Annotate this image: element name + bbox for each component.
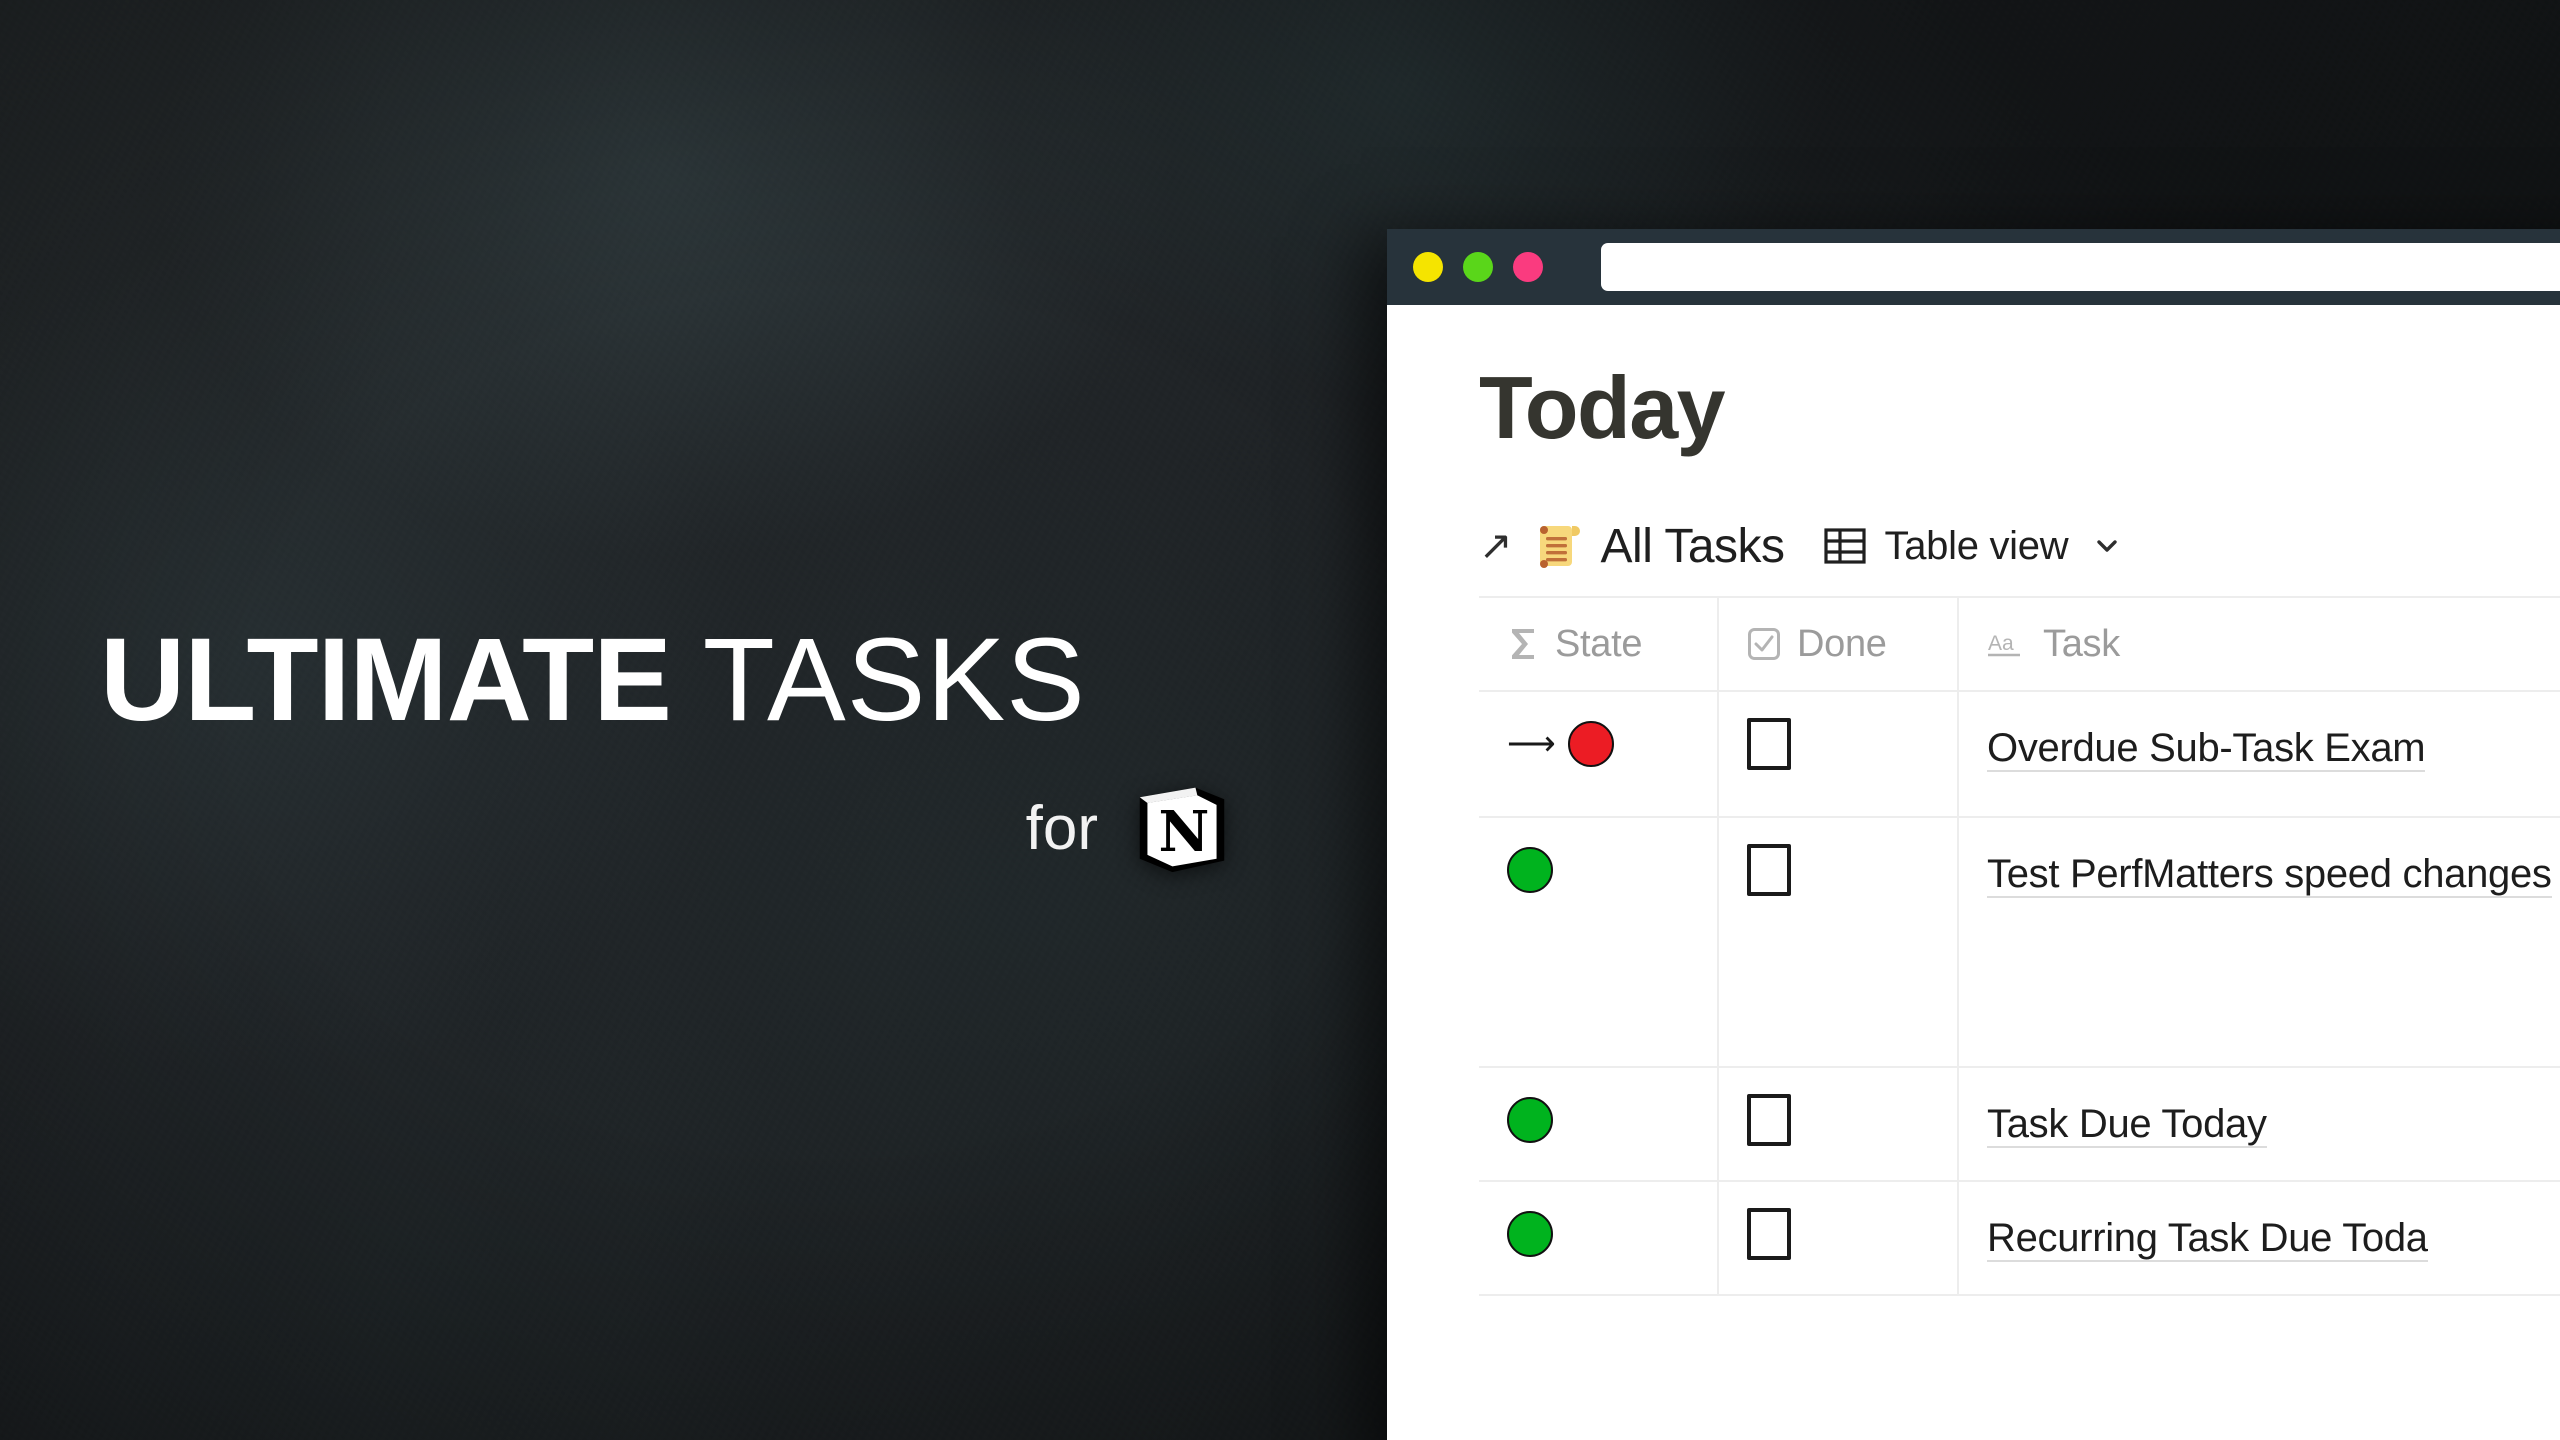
state-pill xyxy=(1507,1211,1553,1258)
cell-state[interactable] xyxy=(1479,818,1719,1067)
cell-done[interactable] xyxy=(1719,1068,1959,1181)
state-pill xyxy=(1507,1097,1553,1144)
done-checkbox[interactable] xyxy=(1747,1208,1791,1261)
table-row[interactable]: Task Due Today xyxy=(1479,1068,2560,1183)
table-row[interactable]: Test PerfMatters speed changes xyxy=(1479,818,2560,1069)
cell-task[interactable]: Recurring Task Due Toda xyxy=(1959,1182,2560,1294)
cell-state[interactable] xyxy=(1479,1182,1719,1295)
hero-block: ULTIMATE TASKS for N xyxy=(100,620,1280,876)
column-header-task-label: Task xyxy=(2043,622,2120,665)
database-name-link[interactable]: All Tasks xyxy=(1601,519,1786,574)
column-header-done[interactable]: Done xyxy=(1719,598,1959,691)
sigma-icon xyxy=(1507,626,1539,662)
column-header-done-label: Done xyxy=(1797,622,1887,665)
aa-text-icon: Aa xyxy=(1987,627,2027,661)
hero-title-bold: ULTIMATE xyxy=(100,614,672,746)
checkbox-icon xyxy=(1747,627,1781,661)
subtask-arrow-icon: ⟶ xyxy=(1507,725,1556,764)
cell-state[interactable]: ⟶ xyxy=(1479,692,1719,817)
column-header-task[interactable]: Aa Task xyxy=(1959,598,2560,690)
arrow-up-right-icon[interactable]: ↗ xyxy=(1479,526,1513,566)
cell-task[interactable]: Overdue Sub-Task Exam xyxy=(1959,692,2560,816)
page-title: Today xyxy=(1479,358,1726,457)
svg-text:Aa: Aa xyxy=(1988,632,2014,655)
chevron-down-icon[interactable] xyxy=(2092,531,2122,561)
view-name-label[interactable]: Table view xyxy=(1885,524,2069,569)
cell-done[interactable] xyxy=(1719,818,1959,1067)
done-checkbox[interactable] xyxy=(1747,844,1791,897)
task-title[interactable]: Task Due Today xyxy=(1987,1102,2267,1149)
cell-state[interactable] xyxy=(1479,1068,1719,1181)
done-checkbox[interactable] xyxy=(1747,718,1791,771)
hero-title: ULTIMATE TASKS xyxy=(100,620,1280,740)
scroll-icon xyxy=(1531,520,1583,572)
poster-canvas: ULTIMATE TASKS for N Today ↗ All Tasks T… xyxy=(0,0,2560,1440)
column-header-state-label: State xyxy=(1555,622,1643,665)
page-content: Today ↗ All Tasks Table view State Done … xyxy=(1387,305,2560,1440)
address-bar[interactable] xyxy=(1601,243,2560,291)
task-title[interactable]: Recurring Task Due Toda xyxy=(1987,1216,2428,1263)
task-title[interactable]: Overdue Sub-Task Exam xyxy=(1987,726,2426,773)
cell-done[interactable] xyxy=(1719,692,1959,817)
cell-task[interactable]: Test PerfMatters speed changes xyxy=(1959,818,2560,1066)
table-row[interactable]: Recurring Task Due Toda xyxy=(1479,1182,2560,1297)
tasks-table: State Done Aa Task ⟶ Overdue Sub-Task Ex… xyxy=(1479,596,2560,1297)
state-pill xyxy=(1567,721,1614,768)
hero-title-light: TASKS xyxy=(702,614,1086,746)
table-icon xyxy=(1823,524,1867,568)
state-pill xyxy=(1507,847,1553,894)
hero-subtitle: for N xyxy=(100,780,1230,876)
table-row[interactable]: ⟶ Overdue Sub-Task Exam xyxy=(1479,692,2560,819)
table-header-row: State Done Aa Task xyxy=(1479,598,2560,693)
notion-cube-icon: N xyxy=(1134,780,1230,876)
table-body: ⟶ Overdue Sub-Task Exam Test PerfMatters… xyxy=(1479,692,2560,1297)
browser-titlebar xyxy=(1387,229,2560,305)
cell-task[interactable]: Task Due Today xyxy=(1959,1068,2560,1180)
task-title[interactable]: Test PerfMatters speed changes xyxy=(1987,852,2552,899)
maximize-dot[interactable] xyxy=(1513,252,1543,282)
done-checkbox[interactable] xyxy=(1747,1094,1791,1147)
hero-for-label: for xyxy=(1025,793,1098,863)
svg-text:N: N xyxy=(1158,800,1209,865)
cell-done[interactable] xyxy=(1719,1182,1959,1295)
column-header-state[interactable]: State xyxy=(1479,598,1719,691)
minimize-dot[interactable] xyxy=(1463,252,1493,282)
close-dot[interactable] xyxy=(1413,252,1443,282)
browser-window: Today ↗ All Tasks Table view State Done … xyxy=(1387,229,2560,1440)
window-controls xyxy=(1413,252,1543,282)
database-viewbar: ↗ All Tasks Table view xyxy=(1479,518,2560,574)
